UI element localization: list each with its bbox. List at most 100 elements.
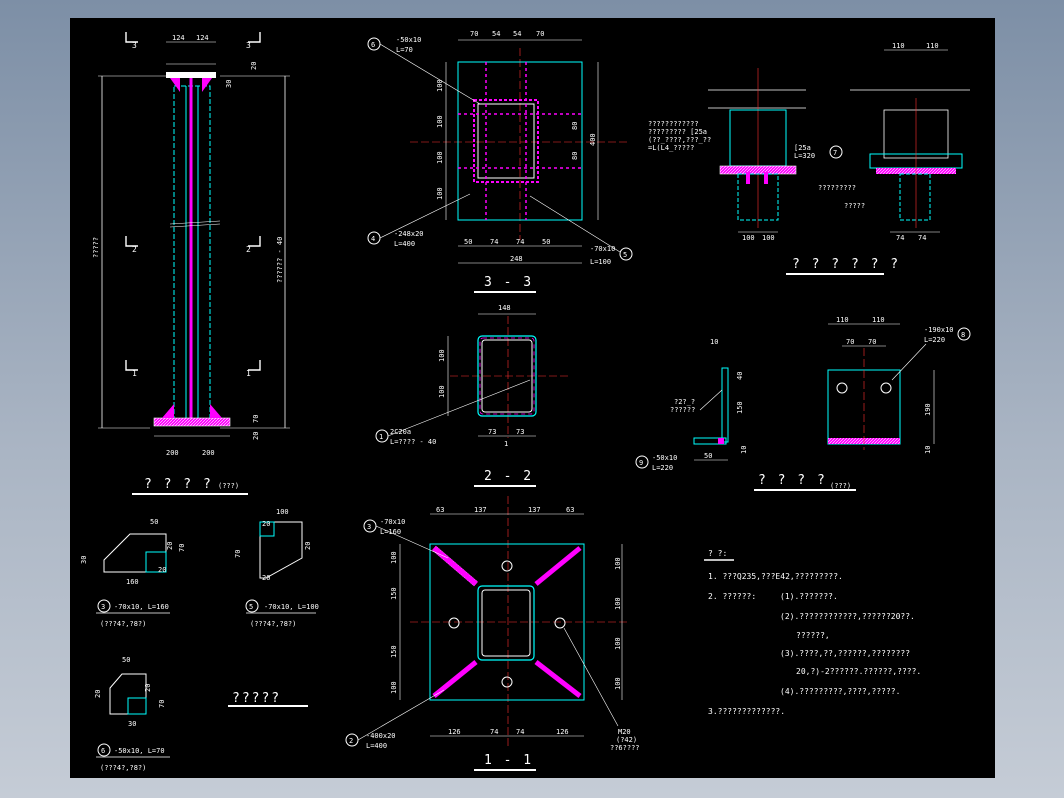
node-detail: 100 100 ???????????? ????????? [25a (??_… [648, 42, 970, 275]
s33-top-dim-1: 70 [470, 30, 478, 38]
conn-inner-dim-1: 70 [846, 338, 854, 346]
s11-bot-dim-1: 126 [448, 728, 461, 736]
node-bot2-dim-2: 74 [918, 234, 926, 242]
p6-dim-1: 50 [122, 656, 130, 664]
s33-right-dim-2: 80 [571, 152, 579, 160]
conn-top-dim-1: 110 [836, 316, 849, 324]
node-lbl-b: ????? [844, 202, 865, 210]
s11-tag2: 2 [349, 737, 353, 745]
p5-sub: (???4?,?8?) [250, 620, 296, 628]
col-sec1-right: 1 [246, 369, 251, 378]
s11-tag3: 3 [367, 523, 371, 531]
conn-left-dim-1: 40 [736, 372, 744, 380]
col-sec3-left: 3 [132, 41, 137, 50]
s33-bot-total: 248 [510, 255, 523, 263]
col-sec1-left: 1 [132, 369, 137, 378]
s11-note-b: (?42) [616, 736, 637, 744]
p3-sub: (???4?,?8?) [100, 620, 146, 628]
conn-left-top: 10 [710, 338, 718, 346]
s11-note-a: M20 [618, 728, 631, 736]
s33-tag6: 6 [371, 41, 375, 49]
s33-bot-dim-3: 74 [516, 238, 524, 246]
notes-line-8: (4).?????????,????,?????. [780, 687, 900, 696]
conn-tag8: 8 [961, 331, 965, 339]
col-top-dim-2: 124 [196, 34, 209, 42]
node-line-1: ???????????? [648, 120, 699, 128]
notes-line-6: (3).????,??,??????,???????? [780, 649, 910, 658]
conn-tag9-a: -50x10 [652, 454, 677, 462]
p3-tag: 3 [101, 603, 105, 611]
conn-left-dim-2: 150 [736, 401, 744, 414]
col-base-h: 20 [252, 432, 260, 440]
s33-top-dim-2: 54 [492, 30, 500, 38]
s33-top-dim-3: 54 [513, 30, 521, 38]
node-bot-dim-2: 100 [762, 234, 775, 242]
s33-bot-dim-4: 50 [542, 238, 550, 246]
s22-cut: 1 [504, 440, 508, 448]
s11-bot-dim-4: 126 [556, 728, 569, 736]
s22-title: 2 - 2 [484, 469, 533, 484]
s33-right-total: 400 [589, 133, 597, 146]
s22-tag1-b: L=???? - 40 [390, 438, 436, 446]
node-title: ? ? ? ? ? ? [792, 257, 900, 272]
p6-dim-2: 20 [94, 690, 102, 698]
section-2-2: 148 100 100 73 73 1 1 2C20a L=???? - 40 … [375, 304, 570, 487]
conn-top-dim-2: 110 [872, 316, 885, 324]
node-tag7: 7 [833, 149, 837, 157]
p6-dim-5: 30 [128, 720, 136, 728]
s33-right-dim-1: 80 [571, 122, 579, 130]
p6-dim-3: 20 [144, 684, 152, 692]
p3-lbl: -70x10, L=160 [114, 603, 169, 611]
s11-title: 1 - 1 [484, 753, 533, 768]
drawing-sheet: ????? ?????? - 40 124 124 30 20 200 200 … [70, 18, 995, 778]
s22-tag1: 1 [379, 433, 383, 441]
column-title-sub: (???) [218, 482, 239, 490]
p5-tag: 5 [249, 603, 253, 611]
conn-tag8-a: -190x10 [924, 326, 954, 334]
conn-right-bot: 10 [924, 446, 932, 454]
conn-right-dim: 190 [924, 403, 932, 416]
s11-top-dim-4: 63 [566, 506, 574, 514]
col-top-h: 20 [250, 62, 258, 70]
conn-inner-dim-2: 70 [868, 338, 876, 346]
s11-note-c: ??6???? [610, 744, 640, 752]
p5-dim-4: 20 [304, 542, 312, 550]
s33-tag5-b: L=100 [590, 258, 611, 266]
s11-left-dim-3: 150 [390, 645, 398, 658]
node-line-4: =L(L4_????? [648, 144, 694, 152]
s11-top-dim-3: 137 [528, 506, 541, 514]
s11-left-dim-1: 100 [390, 551, 398, 564]
p3-dim-6: 30 [80, 556, 88, 564]
column-title: ? ? ? ? [144, 477, 213, 492]
s33-tag4: 4 [371, 235, 375, 243]
p3-dim-3: 70 [178, 544, 186, 552]
conn-title-sub: (???) [830, 482, 851, 490]
conn-left-w: 50 [704, 452, 712, 460]
col-sec2-left: 2 [132, 245, 137, 254]
notes-line-4: (2).????????????,??????20??. [780, 612, 915, 621]
node-top-dim-1: 110 [892, 42, 905, 50]
connection-detail: 10 40 150 10 50 ?2?_? ?????? 9 -50x10 L=… [635, 316, 971, 491]
col-top-h2: 30 [225, 80, 233, 88]
s11-tag3-a: -70x10 [380, 518, 405, 526]
s33-bot-dim-2: 74 [490, 238, 498, 246]
notes-line-9: 3.?????????????. [708, 707, 785, 716]
p5-lbl: -70x10, L=100 [264, 603, 319, 611]
notes-line-1: 1. ???Q235,???E42,?????????. [708, 572, 843, 581]
column-elevation: ????? ?????? - 40 124 124 30 20 200 200 … [92, 32, 290, 495]
section-1-1: 63 137 137 63 100 150 150 100 100 100 10… [345, 496, 640, 771]
s22-left-dim-2: 100 [438, 385, 446, 398]
s33-top-dim-4: 70 [536, 30, 544, 38]
conn-title: ? ? ? ? [758, 473, 827, 488]
p5-dim-1: 100 [276, 508, 289, 516]
conn-left-bot: 10 [740, 446, 748, 454]
plate-details: 50 20 70 160 20 30 3 -70x10, L=160 (???4… [80, 508, 319, 772]
node-bot-dim-1: 100 [742, 234, 755, 242]
s22-bot-dim-2: 73 [516, 428, 524, 436]
p5-dim-5: 20 [262, 574, 270, 582]
s33-left-dim-2: 100 [436, 115, 444, 128]
node-bot2-dim-1: 74 [896, 234, 904, 242]
node-lbl-a: ????????? [818, 184, 856, 192]
s11-tag2-b: L=400 [366, 742, 387, 750]
notes-line-2: 2. ??????: [708, 592, 756, 601]
